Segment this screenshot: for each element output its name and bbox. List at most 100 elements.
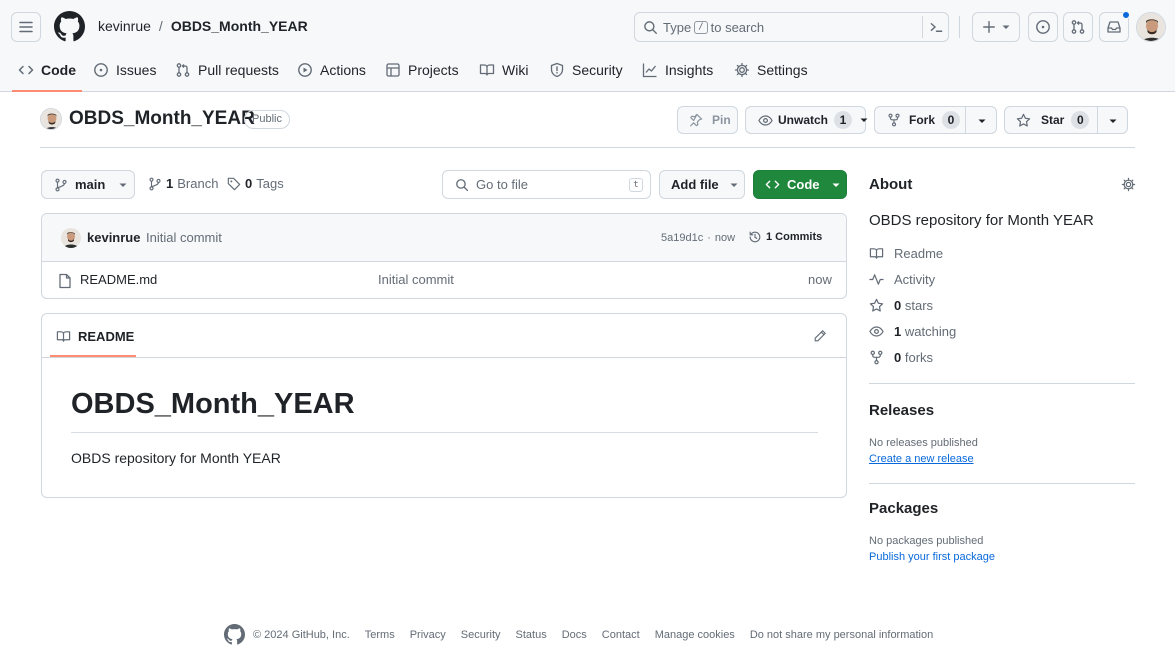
- repo-header-divider: [40, 147, 1135, 148]
- watch-count: 1: [834, 111, 853, 129]
- search-placeholder: Type / to search: [663, 20, 764, 35]
- commit-time: now: [714, 232, 736, 244]
- go-to-file-placeholder: Go to file: [476, 177, 529, 192]
- forks-count: 0: [894, 350, 902, 365]
- chevron-down-icon[interactable]: [1109, 117, 1117, 125]
- avatar[interactable]: [1136, 12, 1166, 42]
- watching-count: 1: [894, 324, 902, 339]
- search-icon: [643, 20, 658, 35]
- commits-link[interactable]: 1 Commits: [748, 230, 822, 244]
- about-stars-link[interactable]: 0 stars: [869, 298, 933, 313]
- pin-button[interactable]: Pin: [677, 106, 738, 134]
- about-readme-link[interactable]: Readme: [869, 246, 943, 261]
- tab-issues[interactable]: Issues: [93, 56, 156, 84]
- search-prefix: Type: [663, 20, 692, 35]
- tab-projects[interactable]: Projects: [385, 56, 459, 84]
- footer-link-docs[interactable]: Docs: [562, 629, 587, 641]
- fork-label: Fork: [909, 113, 936, 127]
- pulse-icon: [869, 272, 884, 287]
- visibility-badge: Public: [244, 110, 290, 129]
- command-palette-icon[interactable]: [929, 20, 944, 35]
- branches-link[interactable]: 1 Branch: [148, 176, 218, 191]
- book-icon: [56, 329, 71, 344]
- breadcrumb-repo[interactable]: OBDS_Month_YEAR: [171, 18, 308, 34]
- git-pull-request-icon: [175, 62, 191, 78]
- commit-author-avatar[interactable]: [61, 228, 81, 248]
- code-button-label: Code: [787, 177, 820, 192]
- star-icon: [869, 298, 884, 313]
- footer-link-manage-cookies[interactable]: Manage cookies: [655, 629, 735, 641]
- chevron-down-icon: [730, 181, 738, 189]
- create-new-button[interactable]: [972, 12, 1020, 42]
- tab-insights[interactable]: Insights: [642, 56, 713, 84]
- footer-link-terms[interactable]: Terms: [365, 629, 395, 641]
- about-watching-link[interactable]: 1 watching: [869, 324, 956, 339]
- pin-icon: [688, 113, 703, 128]
- about-readme-label: Readme: [894, 246, 944, 261]
- branch-select[interactable]: main: [41, 170, 135, 199]
- inbox-icon: [1106, 19, 1122, 35]
- search-suffix: to search: [710, 20, 765, 35]
- repo-forked-icon: [869, 350, 884, 365]
- tab-code[interactable]: Code: [18, 56, 76, 84]
- code-button[interactable]: Code: [753, 170, 847, 199]
- packages-heading[interactable]: Packages: [869, 500, 938, 517]
- star-count: 0: [1071, 111, 1090, 129]
- menu-button[interactable]: [11, 12, 41, 42]
- releases-empty-text: No releases published: [869, 437, 978, 449]
- add-file-button[interactable]: Add file: [659, 170, 745, 199]
- table-row[interactable]: README.md Initial commit now: [42, 262, 846, 298]
- footer-link-do-not-share[interactable]: Do not share my personal information: [750, 629, 933, 641]
- tab-settings[interactable]: Settings: [734, 56, 808, 84]
- graph-icon: [642, 62, 658, 78]
- pencil-icon[interactable]: [813, 329, 827, 343]
- issues-button[interactable]: [1028, 12, 1058, 42]
- tags-link[interactable]: 0 Tags: [227, 176, 284, 191]
- pull-requests-button[interactable]: [1063, 12, 1093, 42]
- commit-sha[interactable]: 5a19d1c: [661, 232, 703, 244]
- global-header: kevinrue / OBDS_Month_YEAR Type / to sea…: [0, 0, 1175, 92]
- file-commit-message[interactable]: Initial commit: [378, 272, 454, 287]
- commit-message[interactable]: Initial commit: [146, 230, 222, 245]
- book-icon: [869, 246, 884, 261]
- footer-link-security[interactable]: Security: [461, 629, 501, 641]
- about-forks-link[interactable]: 0 forks: [869, 350, 933, 365]
- tab-actions[interactable]: Actions: [297, 56, 366, 84]
- breadcrumb-owner[interactable]: kevinrue: [98, 18, 151, 34]
- chevron-down-icon[interactable]: [978, 117, 986, 125]
- releases-heading[interactable]: Releases: [869, 402, 934, 419]
- gear-icon[interactable]: [1121, 177, 1136, 192]
- tab-security[interactable]: Security: [549, 56, 623, 84]
- shield-icon: [549, 62, 565, 78]
- fork-button[interactable]: Fork 0: [874, 106, 997, 134]
- commit-author[interactable]: kevinrue: [87, 230, 140, 245]
- publish-package-link[interactable]: Publish your first package: [869, 551, 995, 563]
- repo-owner-avatar[interactable]: [40, 108, 62, 130]
- star-button[interactable]: Star 0: [1004, 106, 1128, 134]
- footer-link-status[interactable]: Status: [516, 629, 547, 641]
- tab-pull-requests[interactable]: Pull requests: [175, 56, 279, 84]
- github-mark-icon[interactable]: [224, 624, 245, 645]
- readme-tab[interactable]: README: [56, 329, 134, 344]
- commits-label: 1 Commits: [766, 231, 823, 243]
- go-to-file-input[interactable]: Go to file t: [442, 170, 651, 199]
- unwatch-button[interactable]: Unwatch 1: [745, 106, 868, 134]
- tab-actions-label: Actions: [320, 62, 366, 78]
- footer-link-contact[interactable]: Contact: [602, 629, 640, 641]
- global-search-input[interactable]: Type / to search: [634, 12, 949, 42]
- git-branch-icon: [148, 177, 162, 191]
- footer: © 2024 GitHub, Inc. Terms Privacy Securi…: [224, 624, 933, 645]
- file-name[interactable]: README.md: [80, 272, 157, 287]
- sidebar-divider: [869, 483, 1135, 484]
- repo-title[interactable]: OBDS_Month_YEAR: [69, 108, 255, 130]
- tab-wiki[interactable]: Wiki: [479, 56, 528, 84]
- table-icon: [385, 62, 401, 78]
- footer-link-privacy[interactable]: Privacy: [410, 629, 446, 641]
- forks-label: forks: [904, 350, 934, 365]
- packages-empty-text: No packages published: [869, 535, 984, 547]
- code-icon: [765, 177, 780, 192]
- about-activity-link[interactable]: Activity: [869, 272, 935, 287]
- github-logo-icon[interactable]: [54, 11, 85, 42]
- create-release-link[interactable]: Create a new release: [869, 453, 974, 465]
- tab-pull-requests-label: Pull requests: [198, 62, 279, 78]
